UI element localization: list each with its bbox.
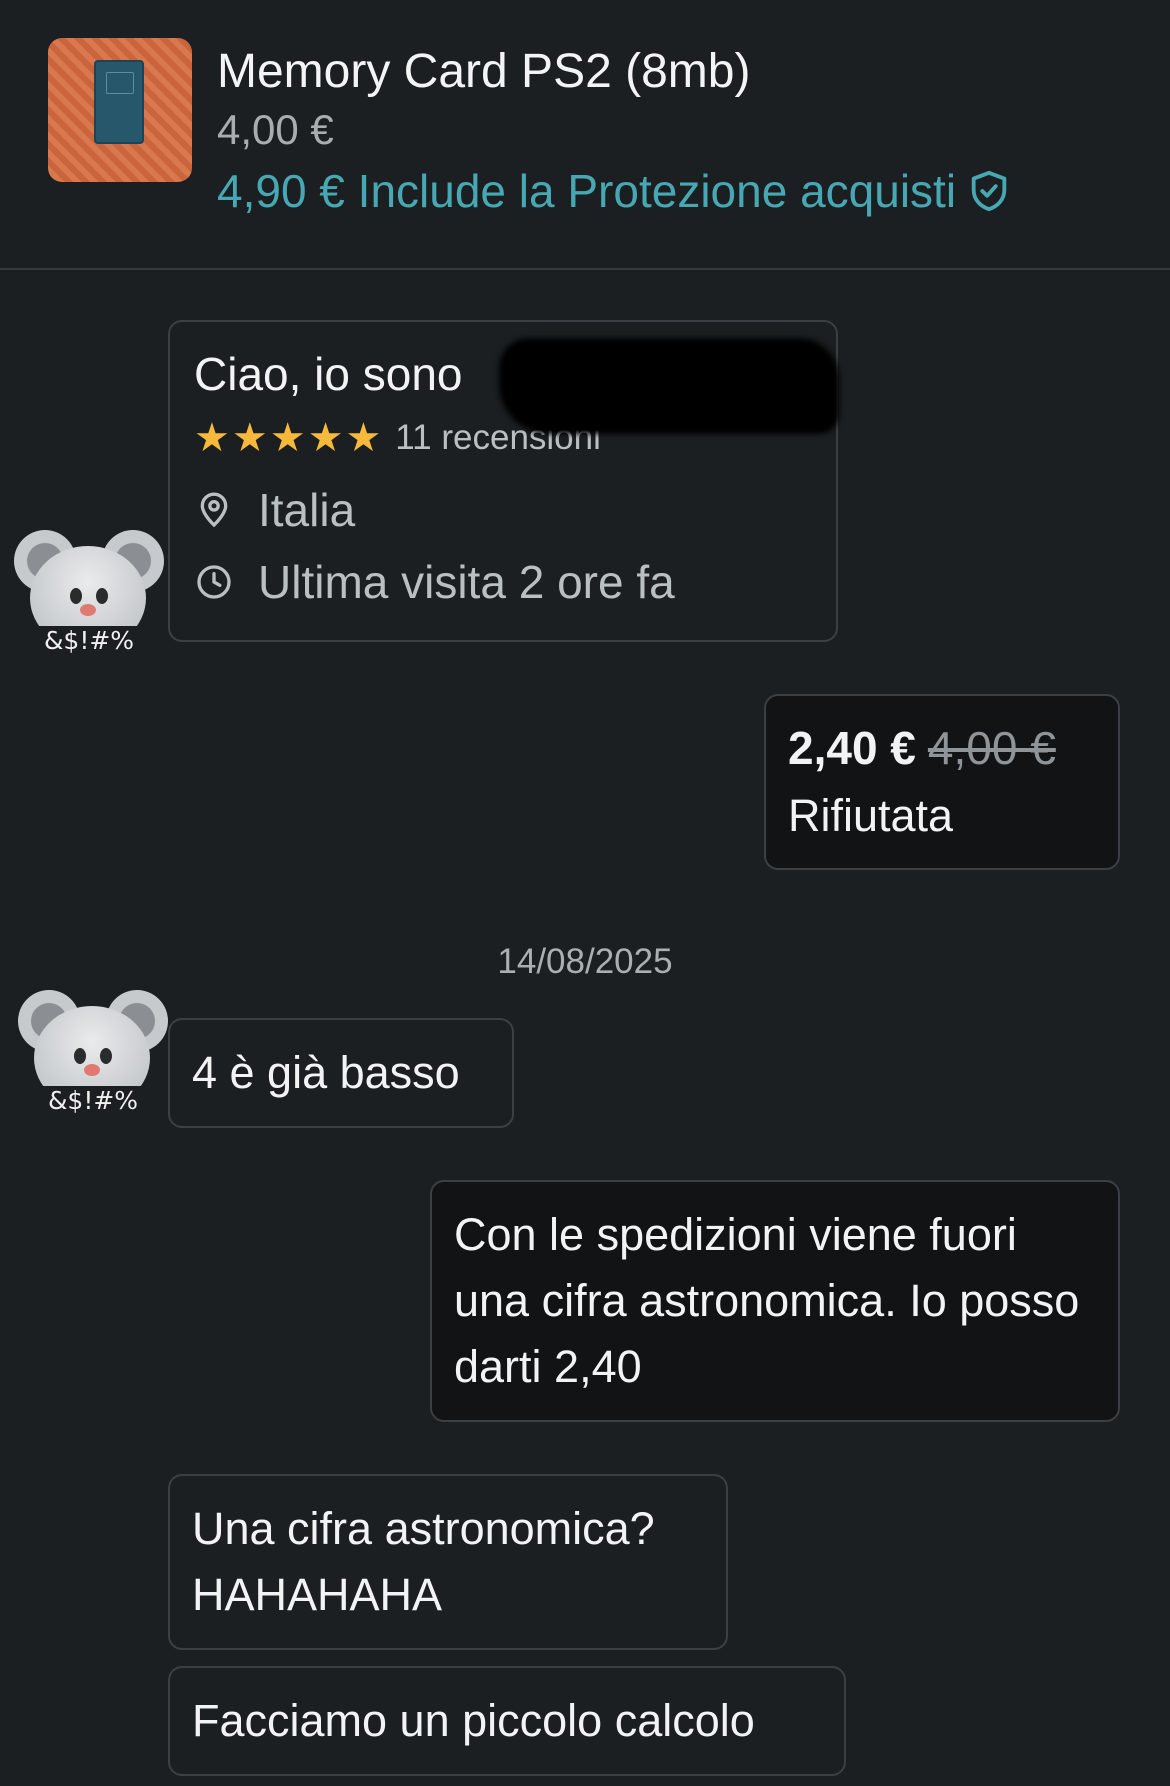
offer-message[interactable]: 2,40 €4,00 € Rifiutata bbox=[764, 694, 1120, 870]
seller-avatar[interactable]: &$!#% bbox=[12, 982, 172, 1122]
message-bubble[interactable]: Facciamo un piccolo calcolo bbox=[168, 1666, 846, 1776]
location-row: Italia bbox=[194, 474, 812, 546]
seller-avatar[interactable]: &$!#% bbox=[8, 522, 168, 662]
redacted-name bbox=[499, 338, 839, 434]
memory-card-image bbox=[94, 60, 144, 144]
item-price: 4,00 € bbox=[217, 106, 334, 153]
clock-icon bbox=[197, 565, 231, 599]
item-thumbnail[interactable] bbox=[48, 38, 192, 182]
rating-stars: ★★★★★ bbox=[194, 416, 384, 460]
last-visit-text: Ultima visita 2 ore fa bbox=[258, 556, 675, 608]
shield-check-icon bbox=[971, 170, 1007, 212]
item-header[interactable]: Memory Card PS2 (8mb) 4,00 € 4,90 € Incl… bbox=[0, 0, 1170, 270]
message-bubble[interactable]: 4 è già basso bbox=[168, 1018, 514, 1128]
protection-text: 4,90 € Include la Protezione acquisti bbox=[217, 165, 957, 217]
profile-greeting: Ciao, io sono bbox=[194, 348, 463, 400]
message-bubble[interactable]: Una cifra astronomica? HAHAHAHA bbox=[168, 1474, 728, 1650]
avatar-tag: &$!#% bbox=[40, 1086, 146, 1116]
message-bubble[interactable]: Con le spedizioni viene fuori una cifra … bbox=[430, 1180, 1120, 1422]
buyer-protection-link[interactable]: 4,90 € Include la Protezione acquisti bbox=[217, 164, 1012, 218]
offer-new-price: 2,40 € bbox=[788, 722, 916, 774]
avatar-tag: &$!#% bbox=[36, 626, 142, 656]
item-title: Memory Card PS2 (8mb) bbox=[217, 45, 751, 98]
date-separator: 14/08/2025 bbox=[497, 942, 673, 981]
location-pin-icon bbox=[200, 492, 228, 528]
last-visit-row: Ultima visita 2 ore fa bbox=[194, 546, 812, 618]
offer-status: Rifiutata bbox=[788, 790, 954, 841]
seller-profile-card[interactable]: Ciao, io sono ★★★★★ 11 recensioni Italia… bbox=[168, 320, 839, 642]
location-text: Italia bbox=[258, 484, 356, 536]
offer-old-price: 4,00 € bbox=[927, 722, 1056, 774]
